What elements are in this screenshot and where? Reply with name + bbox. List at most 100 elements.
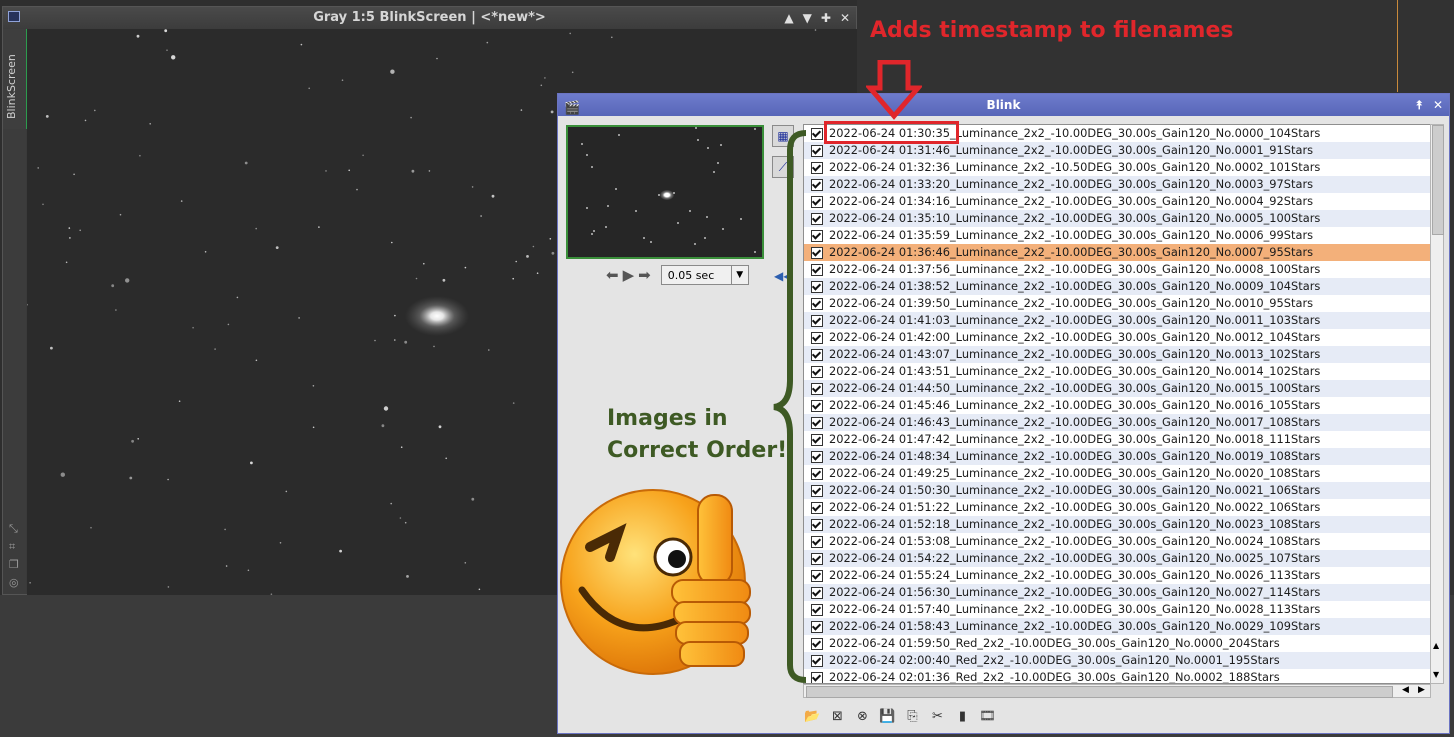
- blink-titlebar[interactable]: 🎬 Blink ⯭ ✕: [558, 94, 1449, 116]
- file-checkbox[interactable]: [811, 654, 823, 667]
- file-list-row[interactable]: 2022-06-24 01:43:51_Luminance_2x2_-10.00…: [804, 363, 1430, 380]
- file-list-row[interactable]: 2022-06-24 01:35:59_Luminance_2x2_-10.00…: [804, 227, 1430, 244]
- file-list-row[interactable]: 2022-06-24 01:53:08_Luminance_2x2_-10.00…: [804, 533, 1430, 550]
- file-list-row[interactable]: 2022-06-24 01:45:46_Luminance_2x2_-10.00…: [804, 397, 1430, 414]
- file-checkbox[interactable]: [811, 518, 823, 531]
- horizontal-scrollbar[interactable]: ◀ ▶: [803, 684, 1431, 698]
- file-checkbox[interactable]: [811, 399, 823, 412]
- file-list-row[interactable]: 2022-06-24 01:51:22_Luminance_2x2_-10.00…: [804, 499, 1430, 516]
- file-checkbox[interactable]: [811, 552, 823, 565]
- file-list-row[interactable]: 2022-06-24 01:34:16_Luminance_2x2_-10.00…: [804, 193, 1430, 210]
- close-all-icon[interactable]: ⊗: [854, 708, 871, 725]
- file-checkbox[interactable]: [811, 314, 823, 327]
- close-icon[interactable]: ✕: [1433, 94, 1443, 116]
- file-list-row[interactable]: 2022-06-24 01:56:30_Luminance_2x2_-10.00…: [804, 584, 1430, 601]
- file-checkbox[interactable]: [811, 535, 823, 548]
- resize-icon[interactable]: ⤡: [9, 522, 18, 536]
- file-checkbox[interactable]: [811, 161, 823, 174]
- file-list-row[interactable]: 2022-06-24 01:33:20_Luminance_2x2_-10.00…: [804, 176, 1430, 193]
- file-checkbox[interactable]: [811, 195, 823, 208]
- file-checkbox[interactable]: [811, 416, 823, 429]
- file-checkbox[interactable]: [811, 501, 823, 514]
- file-list-row[interactable]: 2022-06-24 01:43:07_Luminance_2x2_-10.00…: [804, 346, 1430, 363]
- file-checkbox[interactable]: [811, 671, 823, 683]
- interval-select[interactable]: 0.05 sec ▼: [660, 265, 749, 285]
- file-checkbox[interactable]: [811, 246, 823, 259]
- file-list-row[interactable]: 2022-06-24 01:46:43_Luminance_2x2_-10.00…: [804, 414, 1430, 431]
- file-list-row[interactable]: 2022-06-24 01:49:25_Luminance_2x2_-10.00…: [804, 465, 1430, 482]
- file-list-row[interactable]: 2022-06-24 02:01:36_Red_2x2_-10.00DEG_30…: [804, 669, 1430, 683]
- file-checkbox[interactable]: [811, 484, 823, 497]
- file-checkbox[interactable]: [811, 144, 823, 157]
- file-list-row[interactable]: 2022-06-24 01:52:18_Luminance_2x2_-10.00…: [804, 516, 1430, 533]
- statistics-icon[interactable]: ▮: [954, 708, 971, 725]
- file-checkbox[interactable]: [811, 280, 823, 293]
- file-list-row[interactable]: 2022-06-24 01:36:46_Luminance_2x2_-10.00…: [804, 244, 1430, 261]
- video-icon[interactable]: 🎞: [979, 708, 996, 725]
- file-checkbox[interactable]: [811, 382, 823, 395]
- file-list-row[interactable]: 2022-06-24 01:59:50_Red_2x2_-10.00DEG_30…: [804, 635, 1430, 652]
- file-list-row[interactable]: 2022-06-24 01:37:56_Luminance_2x2_-10.00…: [804, 261, 1430, 278]
- previous-icon[interactable]: ⬅: [606, 266, 619, 284]
- file-list-row[interactable]: 2022-06-24 01:50:30_Luminance_2x2_-10.00…: [804, 482, 1430, 499]
- file-checkbox[interactable]: [811, 467, 823, 480]
- file-list-row[interactable]: 2022-06-24 02:00:40_Red_2x2_-10.00DEG_30…: [804, 652, 1430, 669]
- file-list-row[interactable]: 2022-06-24 01:42:00_Luminance_2x2_-10.00…: [804, 329, 1430, 346]
- scroll-up-icon[interactable]: ▲: [1433, 641, 1439, 650]
- scroll-down-icon[interactable]: ▼: [1433, 670, 1439, 679]
- file-list-row[interactable]: 2022-06-24 01:48:34_Luminance_2x2_-10.00…: [804, 448, 1430, 465]
- open-folder-icon[interactable]: 📂: [804, 708, 821, 725]
- file-checkbox[interactable]: [811, 569, 823, 582]
- vertical-scrollbar[interactable]: ▲ ▼: [1430, 124, 1444, 684]
- file-checkbox[interactable]: [811, 212, 823, 225]
- blinkscreen-side-tab[interactable]: BlinkScreen: [3, 29, 28, 129]
- file-list-row[interactable]: 2022-06-24 01:58:43_Luminance_2x2_-10.00…: [804, 618, 1430, 635]
- file-list-row[interactable]: 2022-06-24 01:38:52_Luminance_2x2_-10.00…: [804, 278, 1430, 295]
- chevron-down-icon[interactable]: ▼: [730, 266, 748, 284]
- maximize-icon[interactable]: ✚: [821, 7, 831, 29]
- file-list-row[interactable]: 2022-06-24 01:55:24_Luminance_2x2_-10.00…: [804, 567, 1430, 584]
- file-list-row[interactable]: 2022-06-24 01:35:10_Luminance_2x2_-10.00…: [804, 210, 1430, 227]
- file-list-row[interactable]: 2022-06-24 01:41:03_Luminance_2x2_-10.00…: [804, 312, 1430, 329]
- file-list-row[interactable]: 2022-06-24 01:39:50_Luminance_2x2_-10.00…: [804, 295, 1430, 312]
- file-checkbox[interactable]: [811, 178, 823, 191]
- file-list-row[interactable]: 2022-06-24 01:57:40_Luminance_2x2_-10.00…: [804, 601, 1430, 618]
- file-checkbox[interactable]: [811, 229, 823, 242]
- fit-icon[interactable]: ⌗: [9, 540, 15, 554]
- target-icon[interactable]: ◎: [9, 576, 19, 589]
- file-list-row[interactable]: 2022-06-24 01:44:50_Luminance_2x2_-10.00…: [804, 380, 1430, 397]
- shade-icon[interactable]: ⯭: [1416, 94, 1423, 116]
- scroll-right-icon[interactable]: ▶: [1418, 685, 1425, 695]
- file-checkbox[interactable]: [811, 637, 823, 650]
- file-checkbox[interactable]: [811, 603, 823, 616]
- shade-icon[interactable]: ▲: [784, 7, 793, 29]
- file-list-row[interactable]: 2022-06-24 01:31:46_Luminance_2x2_-10.00…: [804, 142, 1430, 159]
- file-list[interactable]: 2022-06-24 01:30:35_Luminance_2x2_-10.00…: [803, 124, 1431, 684]
- scroll-thumb[interactable]: [1432, 125, 1444, 235]
- clone-icon[interactable]: ❐: [9, 558, 19, 571]
- iconize-icon[interactable]: ▼: [803, 7, 812, 29]
- file-list-row[interactable]: 2022-06-24 01:32:36_Luminance_2x2_-10.50…: [804, 159, 1430, 176]
- file-checkbox[interactable]: [811, 450, 823, 463]
- crop-icon[interactable]: ✂: [929, 708, 946, 725]
- file-list-row[interactable]: 2022-06-24 01:54:22_Luminance_2x2_-10.00…: [804, 550, 1430, 567]
- copy-files-icon[interactable]: ⎘: [904, 708, 921, 725]
- close-icon[interactable]: ✕: [840, 7, 850, 29]
- file-list-row[interactable]: 2022-06-24 01:47:42_Luminance_2x2_-10.00…: [804, 431, 1430, 448]
- file-checkbox[interactable]: [811, 127, 823, 140]
- file-checkbox[interactable]: [811, 297, 823, 310]
- file-checkbox[interactable]: [811, 433, 823, 446]
- hscroll-thumb[interactable]: [806, 686, 1393, 698]
- file-checkbox[interactable]: [811, 331, 823, 344]
- file-checkbox[interactable]: [811, 263, 823, 276]
- file-checkbox[interactable]: [811, 365, 823, 378]
- image-window-titlebar[interactable]: Gray 1:5 BlinkScreen | <*new*> ▲ ▼ ✚ ✕: [3, 7, 856, 29]
- next-icon[interactable]: ➡: [638, 266, 651, 284]
- file-checkbox[interactable]: [811, 348, 823, 361]
- file-checkbox[interactable]: [811, 620, 823, 633]
- scroll-left-icon[interactable]: ◀: [1402, 685, 1409, 695]
- close-selected-icon[interactable]: ⊠: [829, 708, 846, 725]
- save-icon[interactable]: 💾: [879, 708, 896, 725]
- file-checkbox[interactable]: [811, 586, 823, 599]
- play-icon[interactable]: ▶: [623, 266, 635, 284]
